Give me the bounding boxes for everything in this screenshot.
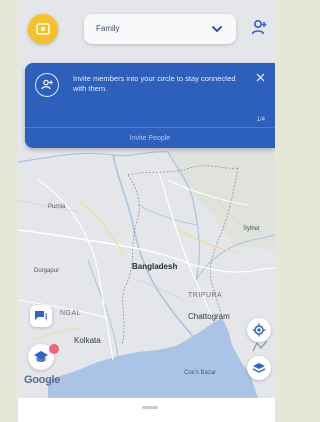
invite-message: Invite members into your circle to stay … (73, 74, 236, 93)
banner-pager: 1/4 (256, 117, 265, 123)
invite-banner: Invite members into your circle to stay … (25, 63, 275, 148)
map-label-chattogram: Chattogram (188, 312, 230, 321)
sheet-drag-handle[interactable] (142, 406, 158, 409)
invite-people-button[interactable]: Invite People (25, 128, 275, 148)
map-label-tripura: TRIPURA (188, 292, 223, 299)
my-location-button[interactable] (247, 318, 271, 342)
map-label-bengal: NGAL (60, 310, 82, 317)
invite-member-icon (35, 73, 59, 97)
close-banner-button[interactable] (254, 71, 266, 83)
map-label-kolkata: Kolkata (74, 336, 101, 345)
google-attribution: Google (24, 374, 61, 386)
close-icon (256, 73, 264, 81)
add-person-icon (251, 19, 267, 35)
map-label-sylhet: Sylhet (243, 226, 260, 232)
chat-icon (35, 311, 47, 321)
map-label-durgapur: Durgapur (34, 268, 60, 274)
map-label-coxs-bazar: Cox's Bazar (184, 370, 217, 376)
top-bar: Family (18, 0, 275, 60)
checkin-icon (34, 351, 48, 362)
map-label-bangladesh: Bangladesh (132, 262, 178, 271)
chevron-down-icon (212, 26, 222, 32)
chat-button[interactable] (30, 305, 52, 327)
app-logo-button[interactable] (28, 14, 58, 44)
crosshair-icon (252, 323, 266, 337)
map-layers-button[interactable] (247, 356, 271, 380)
app-screen: Purnia Durgapur NGAL Bangladesh TRIPURA … (18, 0, 275, 422)
notification-dot (49, 344, 59, 354)
circle-selector[interactable]: Family (84, 14, 236, 44)
circle-name: Family (96, 24, 120, 33)
layers-icon (252, 363, 266, 373)
location-pin-icon (36, 23, 50, 35)
map-label-purnia: Purnia (48, 204, 66, 210)
bottom-sheet[interactable] (18, 398, 275, 422)
route-icon[interactable] (252, 340, 268, 352)
add-member-button[interactable] (246, 16, 272, 42)
